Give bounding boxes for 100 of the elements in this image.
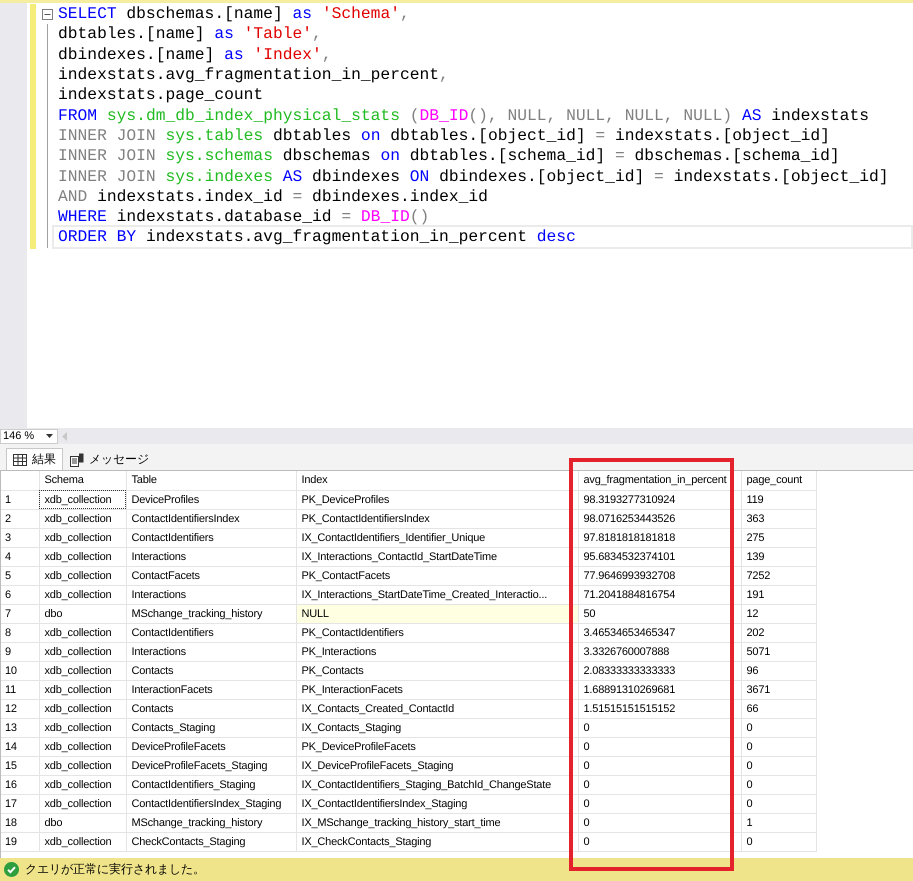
table-cell: xdb_collection — [39, 547, 126, 566]
table-cell: 0 — [741, 718, 816, 737]
column-header[interactable]: page_count — [741, 471, 816, 490]
column-header[interactable]: Index — [296, 471, 578, 490]
results-tab[interactable]: メッセージ — [63, 448, 156, 470]
table-cell: 1 — [741, 813, 816, 832]
table-cell: 98.0716253443526 — [578, 509, 741, 528]
table-cell: 139 — [741, 547, 816, 566]
table-cell: Interactions — [126, 585, 296, 604]
table-cell: 77.9646993932708 — [578, 566, 741, 585]
table-cell: ContactIdentifiersIndex — [126, 509, 296, 528]
zoom-dropdown[interactable]: 146 % — [0, 428, 58, 444]
column-header[interactable]: avg_fragmentation_in_percent — [578, 471, 741, 490]
code-line: dbindexes.[name] as 'Index', — [58, 44, 333, 65]
table-cell: 0 — [741, 756, 816, 775]
table-cell: xdb_collection — [39, 585, 126, 604]
table-cell: NULL — [296, 604, 578, 623]
code-line: SELECT dbschemas.[name] as 'Schema', — [58, 4, 411, 24]
code-line: INNER JOIN sys.tables dbtables on dbtables.[object_id] = indexstats.[object_id] — [58, 126, 831, 146]
table-cell: 191 — [741, 585, 816, 604]
table-cell: PK_Interactions — [296, 642, 578, 661]
table-cell: IX_ContactIdentifiers_Identifier_Unique — [296, 528, 578, 547]
code-line: dbtables.[name] as 'Table', — [58, 24, 323, 44]
table-cell: ContactIdentifiers_Staging — [126, 775, 296, 794]
grid-icon — [13, 454, 27, 466]
table-cell: 0 — [578, 756, 741, 775]
table-cell: 98.3193277310924 — [578, 490, 741, 509]
row-number: 15 — [1, 756, 39, 775]
row-number: 8 — [1, 623, 39, 642]
table-cell: MSchange_tracking_history — [126, 813, 296, 832]
table-cell: xdb_collection — [39, 566, 126, 585]
table-cell: 0 — [741, 832, 816, 851]
table-cell: 96 — [741, 661, 816, 680]
table-cell: xdb_collection — [39, 775, 126, 794]
table-cell: 363 — [741, 509, 816, 528]
column-header[interactable]: Schema — [39, 471, 126, 490]
table-cell: 275 — [741, 528, 816, 547]
table-cell: 71.2041884816754 — [578, 585, 741, 604]
caret-icon — [46, 434, 53, 438]
table-cell: Contacts — [126, 661, 296, 680]
row-number: 13 — [1, 718, 39, 737]
row-number: 1 — [1, 490, 39, 509]
status-message: クエリが正常に実行されました。 — [25, 861, 205, 878]
table-cell: xdb_collection — [39, 832, 126, 851]
table-cell: xdb_collection — [39, 794, 126, 813]
code-line: FROM sys.dm_db_index_physical_stats (DB_ID(), NULL, NULL, NULL, NULL) AS indexstats — [58, 106, 870, 126]
table-cell: dbo — [39, 813, 126, 832]
row-number: 14 — [1, 737, 39, 756]
table-cell: 3.46534653465347 — [578, 623, 741, 642]
row-number: 19 — [1, 832, 39, 851]
table-cell: DeviceProfiles — [126, 490, 296, 509]
table-cell: 0 — [578, 794, 741, 813]
table-cell: IX_ContactIdentifiers_Staging_BatchId_ChangeState — [296, 775, 578, 794]
table-cell: xdb_collection — [39, 623, 126, 642]
row-number: 17 — [1, 794, 39, 813]
table-cell: xdb_collection — [39, 737, 126, 756]
collapse-icon[interactable] — [42, 8, 52, 20]
table-cell: 7252 — [741, 566, 816, 585]
check-icon — [4, 862, 19, 877]
code-line: indexstats.page_count — [58, 85, 264, 106]
row-number: 11 — [1, 680, 39, 699]
row-number: 12 — [1, 699, 39, 718]
table-cell: PK_InteractionFacets — [296, 680, 578, 699]
table-cell: xdb_collection — [39, 642, 126, 661]
table-cell: 0 — [578, 832, 741, 851]
table-cell: PK_DeviceProfileFacets — [296, 737, 578, 756]
table-cell: 0 — [578, 718, 741, 737]
table-cell: PK_ContactIdentifiers — [296, 623, 578, 642]
table-cell: CheckContacts_Staging — [126, 832, 296, 851]
table-cell: xdb_collection — [39, 528, 126, 547]
table-cell: PK_DeviceProfiles — [296, 490, 578, 509]
row-number: 18 — [1, 813, 39, 832]
table-cell: 1.51515151515152 — [578, 699, 741, 718]
table-cell: IX_DeviceProfileFacets_Staging — [296, 756, 578, 775]
row-number: 6 — [1, 585, 39, 604]
row-number: 10 — [1, 661, 39, 680]
table-cell: 119 — [741, 490, 816, 509]
table-cell: 0 — [578, 737, 741, 756]
table-cell: xdb_collection — [39, 509, 126, 528]
table-cell: 0 — [741, 775, 816, 794]
table-cell: xdb_collection — [39, 490, 126, 509]
column-header[interactable]: Table — [126, 471, 296, 490]
table-cell: 95.6834532374101 — [578, 547, 741, 566]
table-cell: PK_Contacts — [296, 661, 578, 680]
code-line: indexstats.avg_fragmentation_in_percent, — [58, 65, 450, 86]
table-cell: 3.3326760007888 — [578, 642, 741, 661]
table-cell: xdb_collection — [39, 680, 126, 699]
table-cell: PK_ContactFacets — [296, 566, 578, 585]
table-cell: ContactIdentifiers — [126, 623, 296, 642]
results-tab[interactable]: 結果 — [6, 448, 63, 470]
table-cell: IX_Interactions_StartDateTime_Created_Interactio... — [296, 585, 578, 604]
table-cell: Interactions — [126, 642, 296, 661]
table-cell: IX_MSchange_tracking_history_start_time — [296, 813, 578, 832]
table-cell: 66 — [741, 699, 816, 718]
table-cell: PK_ContactIdentifiersIndex — [296, 509, 578, 528]
table-cell: 0 — [741, 794, 816, 813]
table-cell: xdb_collection — [39, 661, 126, 680]
row-number: 5 — [1, 566, 39, 585]
table-cell: 0 — [741, 737, 816, 756]
table-cell: 0 — [578, 775, 741, 794]
